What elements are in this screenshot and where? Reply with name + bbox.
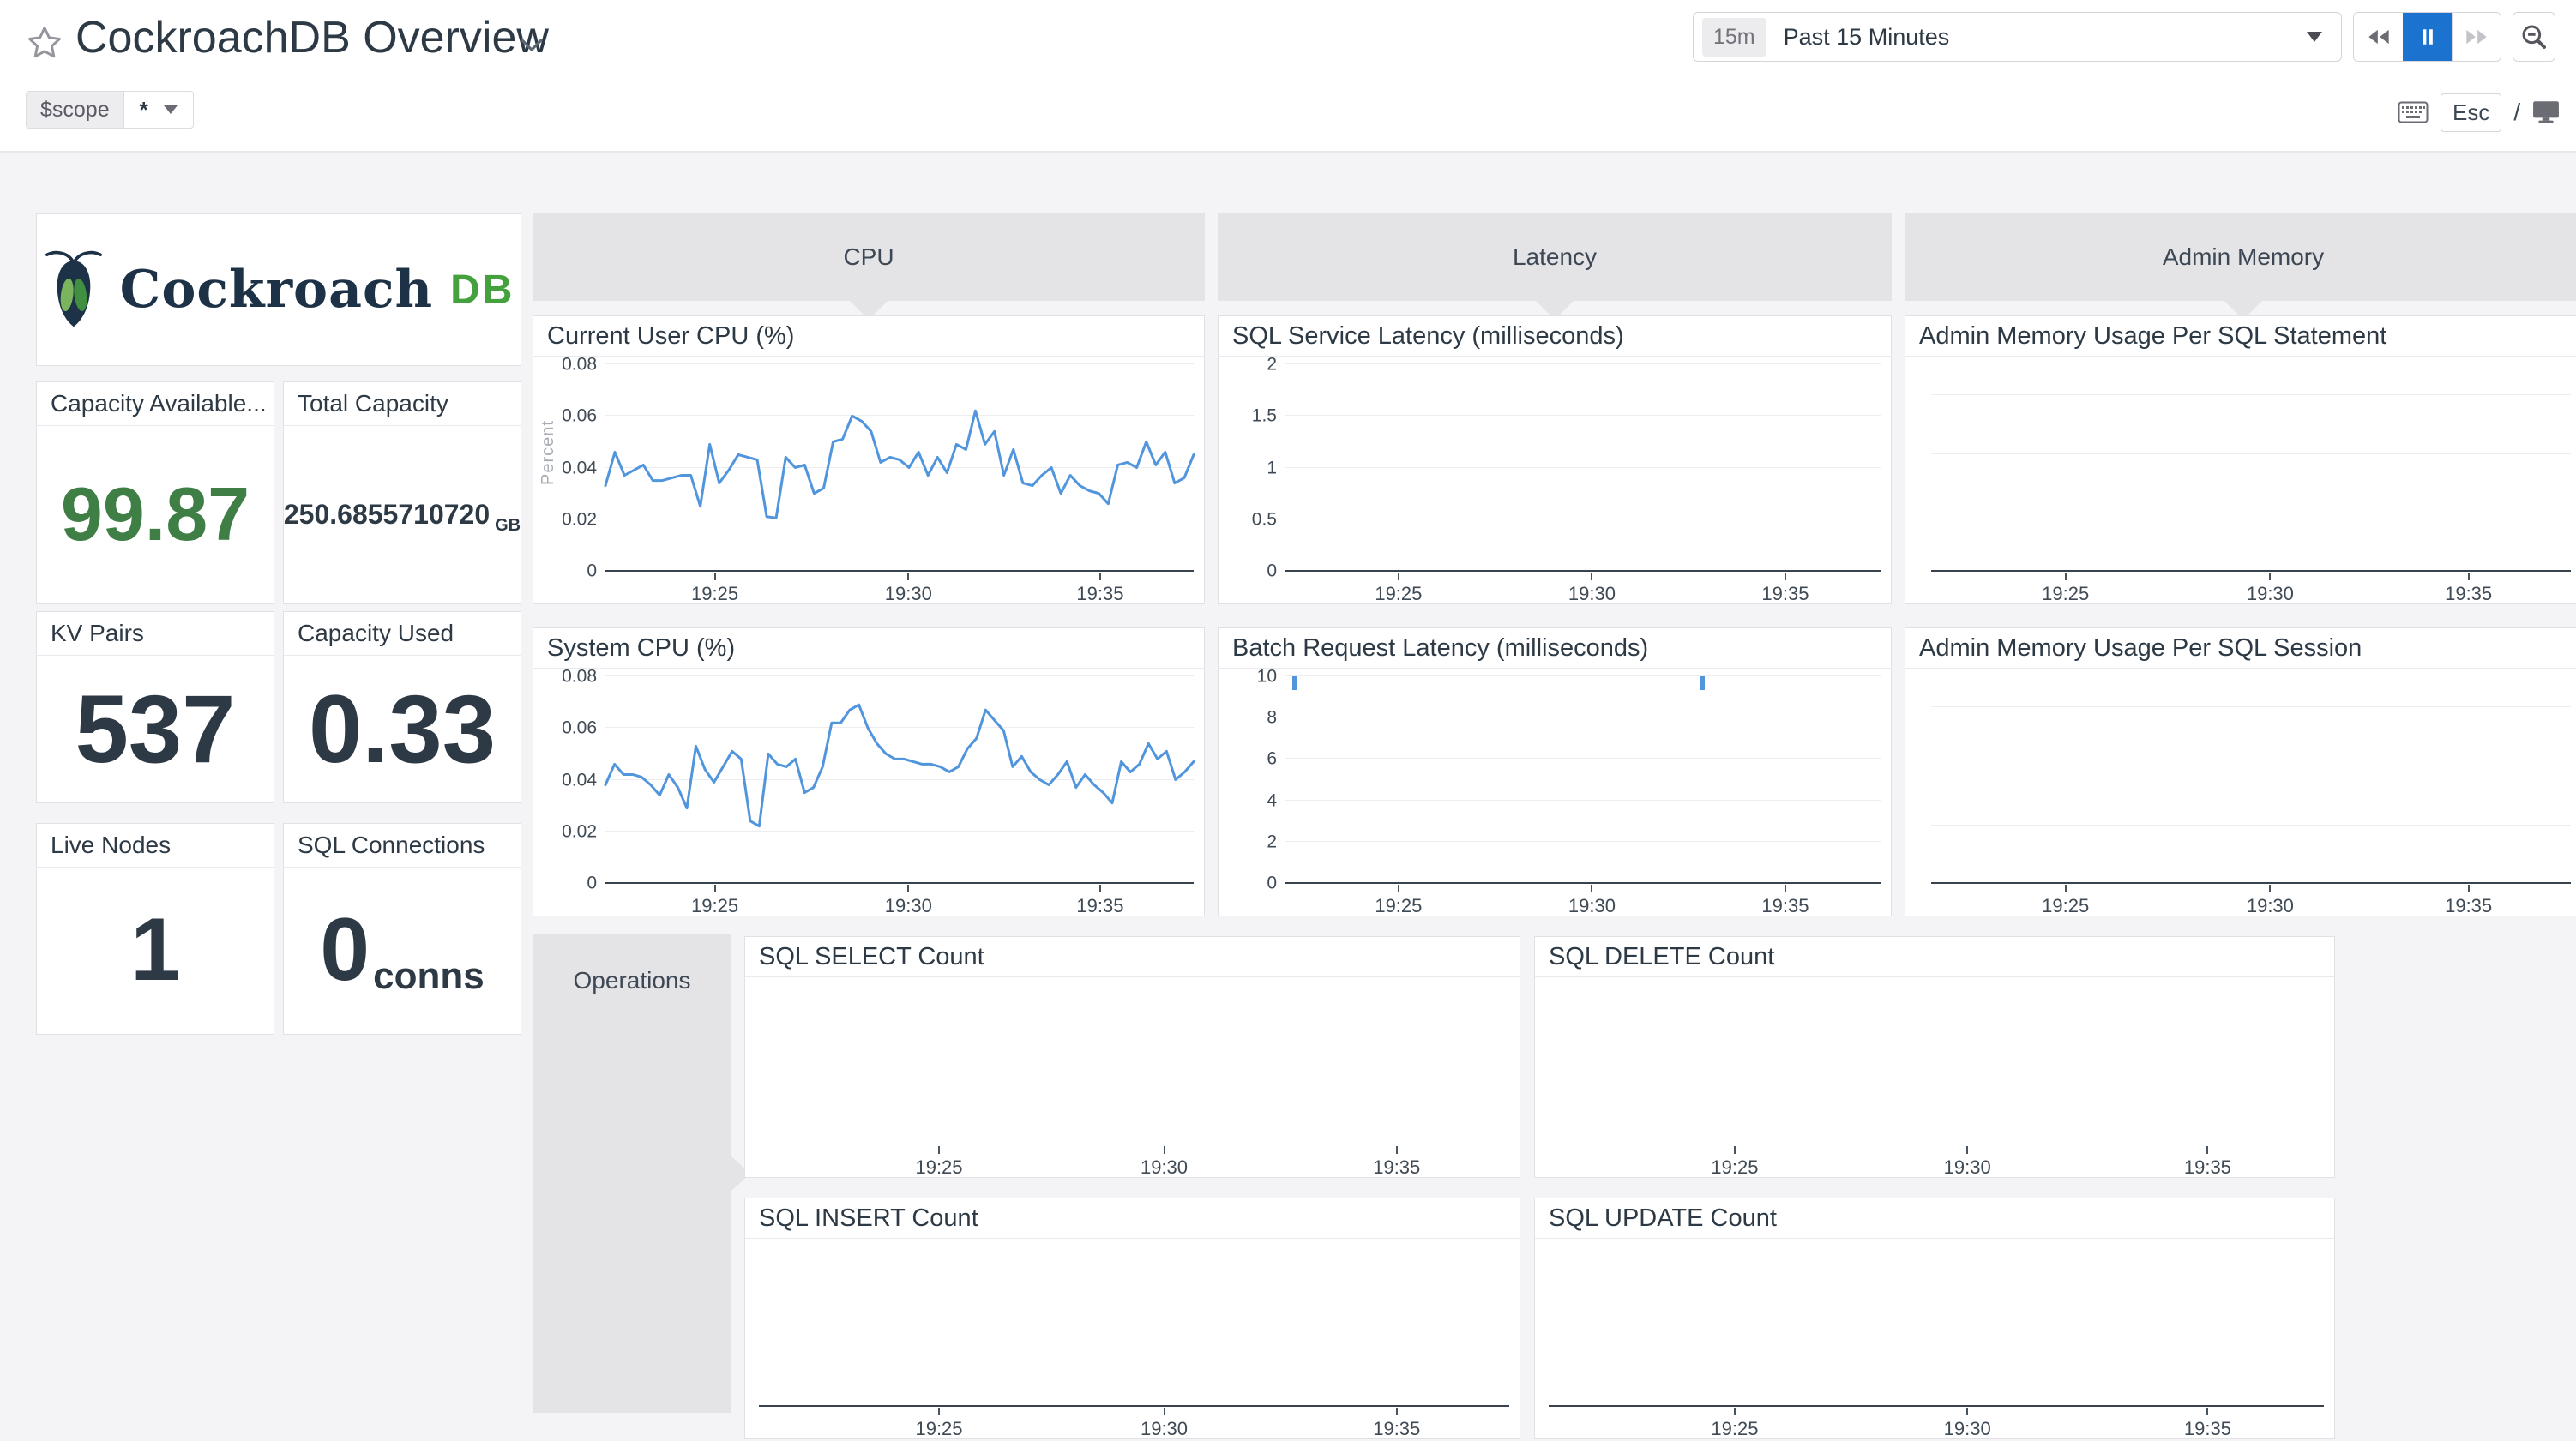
chart-widget-sql-delete-count: SQL DELETE Count 19:2519:3019:35	[1534, 936, 2335, 1178]
group-title: CPU	[843, 243, 894, 271]
metric-value: 1	[37, 867, 274, 1034]
shortcut-hints: Esc /	[2398, 93, 2560, 132]
logo-suffix: DB	[450, 267, 515, 314]
slash-key-hint: /	[2513, 99, 2520, 126]
group-header-admin-memory[interactable]: Admin Memory	[1905, 213, 2576, 301]
metric-title: Capacity Used	[284, 612, 521, 656]
chart-plot-sql-service-latency[interactable]: 00.511.5219:2519:3019:35	[1219, 356, 1891, 603]
metric-capacity-available[interactable]: Capacity Available... 99.87	[36, 381, 274, 604]
chart-plot-system-cpu[interactable]: 00.020.040.060.0819:2519:3019:35	[533, 668, 1204, 916]
time-range-badge: 15m	[1702, 18, 1766, 57]
tv-mode-icon[interactable]	[2532, 100, 2560, 124]
zoom-out-icon	[2520, 23, 2548, 51]
chart-title: Batch Request Latency (milliseconds)	[1219, 628, 1891, 669]
group-title: Latency	[1513, 243, 1597, 271]
favorite-star-icon[interactable]	[26, 24, 63, 66]
metric-title: Capacity Available...	[37, 382, 274, 426]
metric-unit: conns	[373, 955, 485, 998]
group-header-cpu[interactable]: CPU	[533, 213, 1205, 301]
scope-caret-icon	[164, 105, 178, 114]
group-title: Operations	[574, 967, 691, 994]
chart-widget-sql-service-latency: SQL Service Latency (milliseconds) 00.51…	[1218, 315, 1892, 604]
scope-variable-value[interactable]: *	[124, 92, 193, 128]
chart-widget-sql-insert-count: SQL INSERT Count 19:2519:3019:35	[744, 1198, 1520, 1439]
chart-widget-current-user-cpu: Current User CPU (%) 00.020.040.060.0819…	[533, 315, 1205, 604]
chart-plot-admin-memory-statement[interactable]: 19:2519:3019:35	[1905, 356, 2576, 603]
metric-capacity-used[interactable]: Capacity Used 0.33	[283, 611, 521, 803]
keyboard-icon[interactable]	[2398, 101, 2429, 123]
metric-value: 537	[37, 655, 274, 802]
group-title: Admin Memory	[2163, 243, 2324, 271]
chart-title: SQL INSERT Count	[745, 1198, 1520, 1239]
rewind-icon	[2367, 25, 2391, 49]
title-chevron-down-icon[interactable]	[520, 38, 544, 57]
cockroach-bug-icon	[43, 249, 105, 331]
metric-title: SQL Connections	[284, 824, 521, 868]
time-range-caret-icon	[2307, 32, 2322, 42]
chart-title: Admin Memory Usage Per SQL Statement	[1905, 316, 2576, 357]
chart-widget-sql-update-count: SQL UPDATE Count 19:2519:3019:35	[1534, 1198, 2335, 1439]
time-range-label: Past 15 Minutes	[1784, 24, 2307, 51]
metric-title: Live Nodes	[37, 824, 274, 868]
cockroachdb-logo-card: Cockroach DB	[36, 213, 521, 366]
chart-plot-current-user-cpu[interactable]: 00.020.040.060.0819:2519:3019:35Percent	[533, 356, 1204, 603]
logo-wordmark: Cockroach	[120, 260, 434, 320]
zoom-out-button[interactable]	[2513, 12, 2555, 62]
chart-plot-sql-delete-count[interactable]: 19:2519:3019:35	[1535, 976, 2334, 1177]
chart-widget-batch-request-latency: Batch Request Latency (milliseconds) 024…	[1218, 627, 1892, 916]
metric-sql-connections[interactable]: SQL Connections 0conns	[283, 823, 521, 1035]
rewind-button[interactable]	[2354, 13, 2403, 61]
metric-total-capacity[interactable]: Total Capacity 250.6855710720GB	[283, 381, 521, 604]
chart-plot-sql-select-count[interactable]: 19:2519:3019:35	[745, 976, 1520, 1177]
chart-title: SQL SELECT Count	[745, 937, 1520, 977]
chart-title: SQL UPDATE Count	[1535, 1198, 2334, 1239]
pause-icon	[2416, 25, 2440, 49]
scope-value-text: *	[140, 97, 148, 123]
chart-title: SQL DELETE Count	[1535, 937, 2334, 977]
template-variable-scope[interactable]: $scope *	[26, 91, 194, 129]
chart-plot-admin-memory-session[interactable]: 19:2519:3019:35	[1905, 668, 2576, 916]
chart-widget-sql-select-count: SQL SELECT Count 19:2519:3019:35	[744, 936, 1520, 1178]
metric-live-nodes[interactable]: Live Nodes 1	[36, 823, 274, 1035]
time-range-picker[interactable]: 15m Past 15 Minutes	[1693, 12, 2342, 62]
fast-forward-button[interactable]	[2452, 13, 2501, 61]
chart-title: Admin Memory Usage Per SQL Session	[1905, 628, 2576, 669]
chart-plot-sql-update-count[interactable]: 19:2519:3019:35	[1535, 1238, 2334, 1438]
metric-value: 250.6855710720GB	[284, 425, 521, 603]
metric-value: 99.87	[37, 425, 274, 603]
metric-value: 0.33	[284, 655, 521, 802]
chart-widget-system-cpu: System CPU (%) 00.020.040.060.0819:2519:…	[533, 627, 1205, 916]
fast-forward-icon	[2465, 25, 2489, 49]
chart-title: SQL Service Latency (milliseconds)	[1219, 316, 1891, 357]
dashboard-canvas: Cockroach DB Capacity Available... 99.87…	[0, 153, 2576, 1441]
metric-value: 0conns	[284, 867, 521, 1034]
chart-widget-admin-memory-statement: Admin Memory Usage Per SQL Statement 19:…	[1905, 315, 2576, 604]
pause-button[interactable]	[2403, 13, 2452, 61]
scope-variable-label: $scope	[27, 92, 124, 128]
chart-title: System CPU (%)	[533, 628, 1204, 669]
group-header-operations[interactable]: Operations	[533, 934, 731, 1413]
group-header-latency[interactable]: Latency	[1218, 213, 1892, 301]
metric-title: Total Capacity	[284, 382, 521, 426]
chart-title: Current User CPU (%)	[533, 316, 1204, 357]
metric-title: KV Pairs	[37, 612, 274, 656]
playback-controls	[2353, 12, 2501, 62]
metric-unit: GB	[495, 516, 521, 536]
esc-key-hint: Esc	[2441, 93, 2501, 132]
chart-plot-batch-request-latency[interactable]: 024681019:2519:3019:35	[1219, 668, 1891, 916]
chart-widget-admin-memory-session: Admin Memory Usage Per SQL Session 19:25…	[1905, 627, 2576, 916]
chart-plot-sql-insert-count[interactable]: 19:2519:3019:35	[745, 1238, 1520, 1438]
top-bar: CockroachDB Overview 15m Past 15 Minutes…	[0, 0, 2576, 153]
dashboard-title: CockroachDB Overview	[75, 12, 549, 63]
metric-kv-pairs[interactable]: KV Pairs 537	[36, 611, 274, 803]
